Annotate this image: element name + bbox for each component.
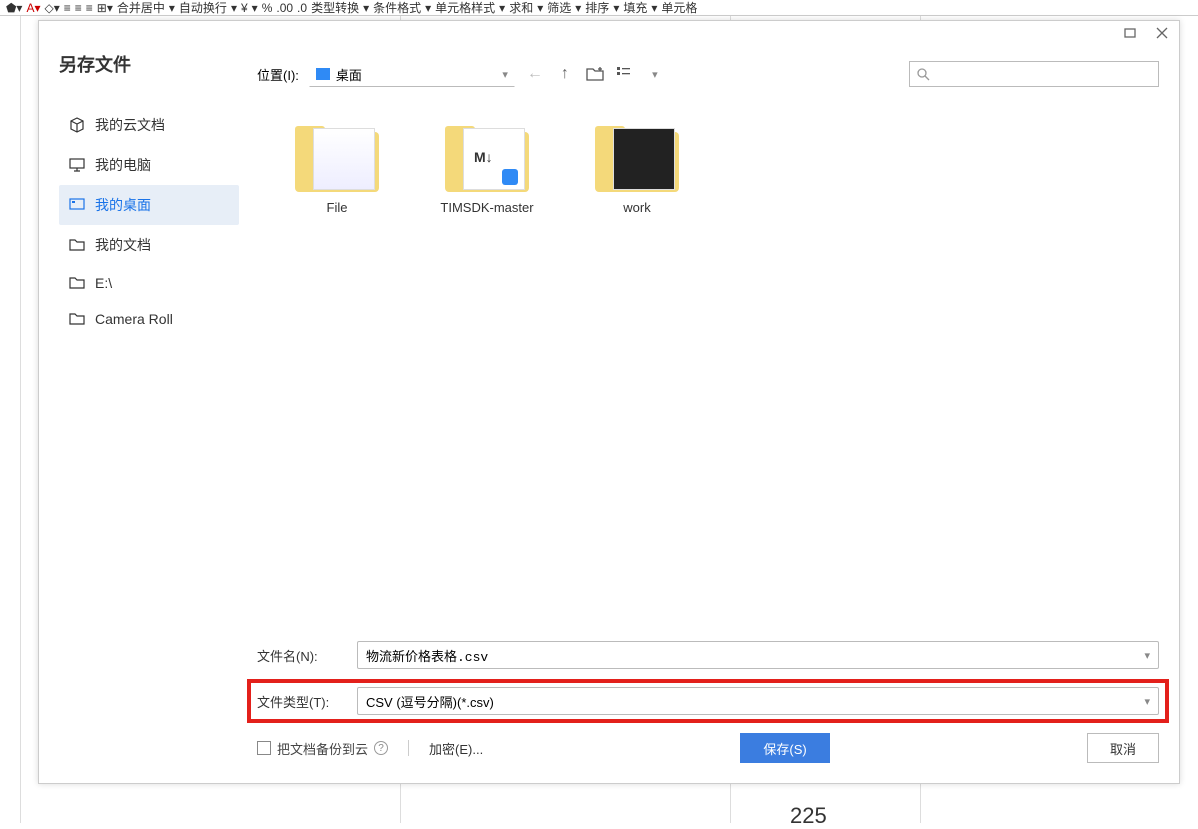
backup-to-cloud-checkbox[interactable]: 把文档备份到云 ? xyxy=(257,739,388,758)
sidebar-item-drive-e[interactable]: E:\ xyxy=(59,265,239,301)
tb-type[interactable]: 类型转换 xyxy=(311,0,359,15)
backup-label: 把文档备份到云 xyxy=(277,739,368,758)
sidebar-item-cloud[interactable]: 我的云文档 xyxy=(59,105,239,145)
filename-label: 文件名(N): xyxy=(257,646,349,665)
search-icon xyxy=(916,67,930,81)
sidebar-item-desktop[interactable]: 我的桌面 xyxy=(59,185,239,225)
back-icon[interactable]: ← xyxy=(525,64,545,84)
filetype-value: CSV (逗号分隔)(*.csv) xyxy=(366,692,494,711)
sidebar-item-documents[interactable]: 我的文档 xyxy=(59,225,239,265)
location-value: 桌面 xyxy=(336,65,362,84)
desktop-color-icon xyxy=(316,68,330,80)
location-select[interactable]: 桌面 ▾ xyxy=(309,61,515,87)
location-bar: 位置(I): 桌面 ▾ ← ↑ ▾ xyxy=(257,61,1159,87)
folder-label: File xyxy=(327,200,348,215)
folder-icon xyxy=(295,126,379,194)
location-label: 位置(I): xyxy=(257,65,299,84)
filename-value: 物流新价格表格.csv xyxy=(366,646,488,665)
folder-item[interactable]: M↓ TIMSDK-master xyxy=(427,126,547,215)
desktop-icon xyxy=(69,197,85,213)
save-button[interactable]: 保存(S) xyxy=(740,733,829,763)
cube-icon xyxy=(69,117,85,133)
monitor-icon xyxy=(69,157,85,173)
window-close-icon[interactable] xyxy=(1155,26,1169,40)
new-folder-icon[interactable] xyxy=(585,64,605,84)
help-icon[interactable]: ? xyxy=(374,741,388,755)
chevron-down-icon[interactable]: ▾ xyxy=(645,64,665,84)
divider xyxy=(408,740,409,756)
sidebar-item-label: 我的电脑 xyxy=(95,155,151,175)
folder-icon xyxy=(69,275,85,291)
folder-label: work xyxy=(623,200,650,215)
folder-item[interactable]: File xyxy=(277,126,397,215)
chevron-down-icon[interactable]: ▾ xyxy=(1144,695,1150,708)
sidebar-item-label: 我的文档 xyxy=(95,235,151,255)
sidebar-item-label: E:\ xyxy=(95,275,112,291)
save-form: 文件名(N): 物流新价格表格.csv ▾ 文件类型(T): CSV (逗号分隔… xyxy=(257,641,1159,763)
tb-cell[interactable]: 单元格 xyxy=(661,0,697,15)
view-mode-icon[interactable] xyxy=(615,64,635,84)
sidebar: 另存文件 我的云文档 我的电脑 我的桌面 我的文档 E:\ Camera Rol… xyxy=(59,51,239,337)
folder-icon: M↓ xyxy=(445,126,529,194)
ribbon-toolbar: ⬟▾A▾◇▾ ≡≡≡⊞▾ 合并居中▾ 自动换行▾ ¥▾ % .00.0 类型转换… xyxy=(0,0,1198,16)
search-input[interactable] xyxy=(909,61,1159,87)
tb-merge[interactable]: 合并居中 xyxy=(117,0,165,15)
sidebar-item-label: 我的桌面 xyxy=(95,195,151,215)
tb-cond[interactable]: 条件格式 xyxy=(373,0,421,15)
checkbox-icon xyxy=(257,741,271,755)
folder-icon xyxy=(69,311,85,327)
folder-item[interactable]: work xyxy=(577,126,697,215)
encrypt-link[interactable]: 加密(E)... xyxy=(429,739,483,758)
tb-filter[interactable]: 筛选 xyxy=(547,0,571,15)
filetype-select[interactable]: CSV (逗号分隔)(*.csv) ▾ xyxy=(357,687,1159,715)
filename-input[interactable]: 物流新价格表格.csv ▾ xyxy=(357,641,1159,669)
tb-fill[interactable]: 填充 xyxy=(623,0,647,15)
up-icon[interactable]: ↑ xyxy=(555,64,575,84)
sidebar-item-label: Camera Roll xyxy=(95,311,173,327)
chevron-down-icon[interactable]: ▾ xyxy=(1144,649,1150,662)
window-maximize-icon[interactable] xyxy=(1123,26,1137,40)
folder-label: TIMSDK-master xyxy=(440,200,533,215)
chevron-down-icon: ▾ xyxy=(502,68,508,81)
filetype-row-highlight: 文件类型(T): CSV (逗号分隔)(*.csv) ▾ xyxy=(247,679,1169,723)
sidebar-item-label: 我的云文档 xyxy=(95,115,165,135)
dialog-title: 另存文件 xyxy=(59,51,239,77)
filetype-label: 文件类型(T): xyxy=(257,692,349,711)
sidebar-item-camera-roll[interactable]: Camera Roll xyxy=(59,301,239,337)
save-as-dialog: 另存文件 我的云文档 我的电脑 我的桌面 我的文档 E:\ Camera Rol… xyxy=(38,20,1180,784)
search-field[interactable] xyxy=(930,67,1152,82)
file-list[interactable]: File M↓ TIMSDK-master work xyxy=(257,116,1159,623)
tb-sort[interactable]: 排序 xyxy=(585,0,609,15)
tb-wrap[interactable]: 自动换行 xyxy=(179,0,227,15)
folder-icon xyxy=(595,126,679,194)
cancel-button[interactable]: 取消 xyxy=(1087,733,1159,763)
tb-style[interactable]: 单元格样式 xyxy=(435,0,495,15)
folder-icon xyxy=(69,237,85,253)
sidebar-item-computer[interactable]: 我的电脑 xyxy=(59,145,239,185)
tb-sum[interactable]: 求和 xyxy=(509,0,533,15)
